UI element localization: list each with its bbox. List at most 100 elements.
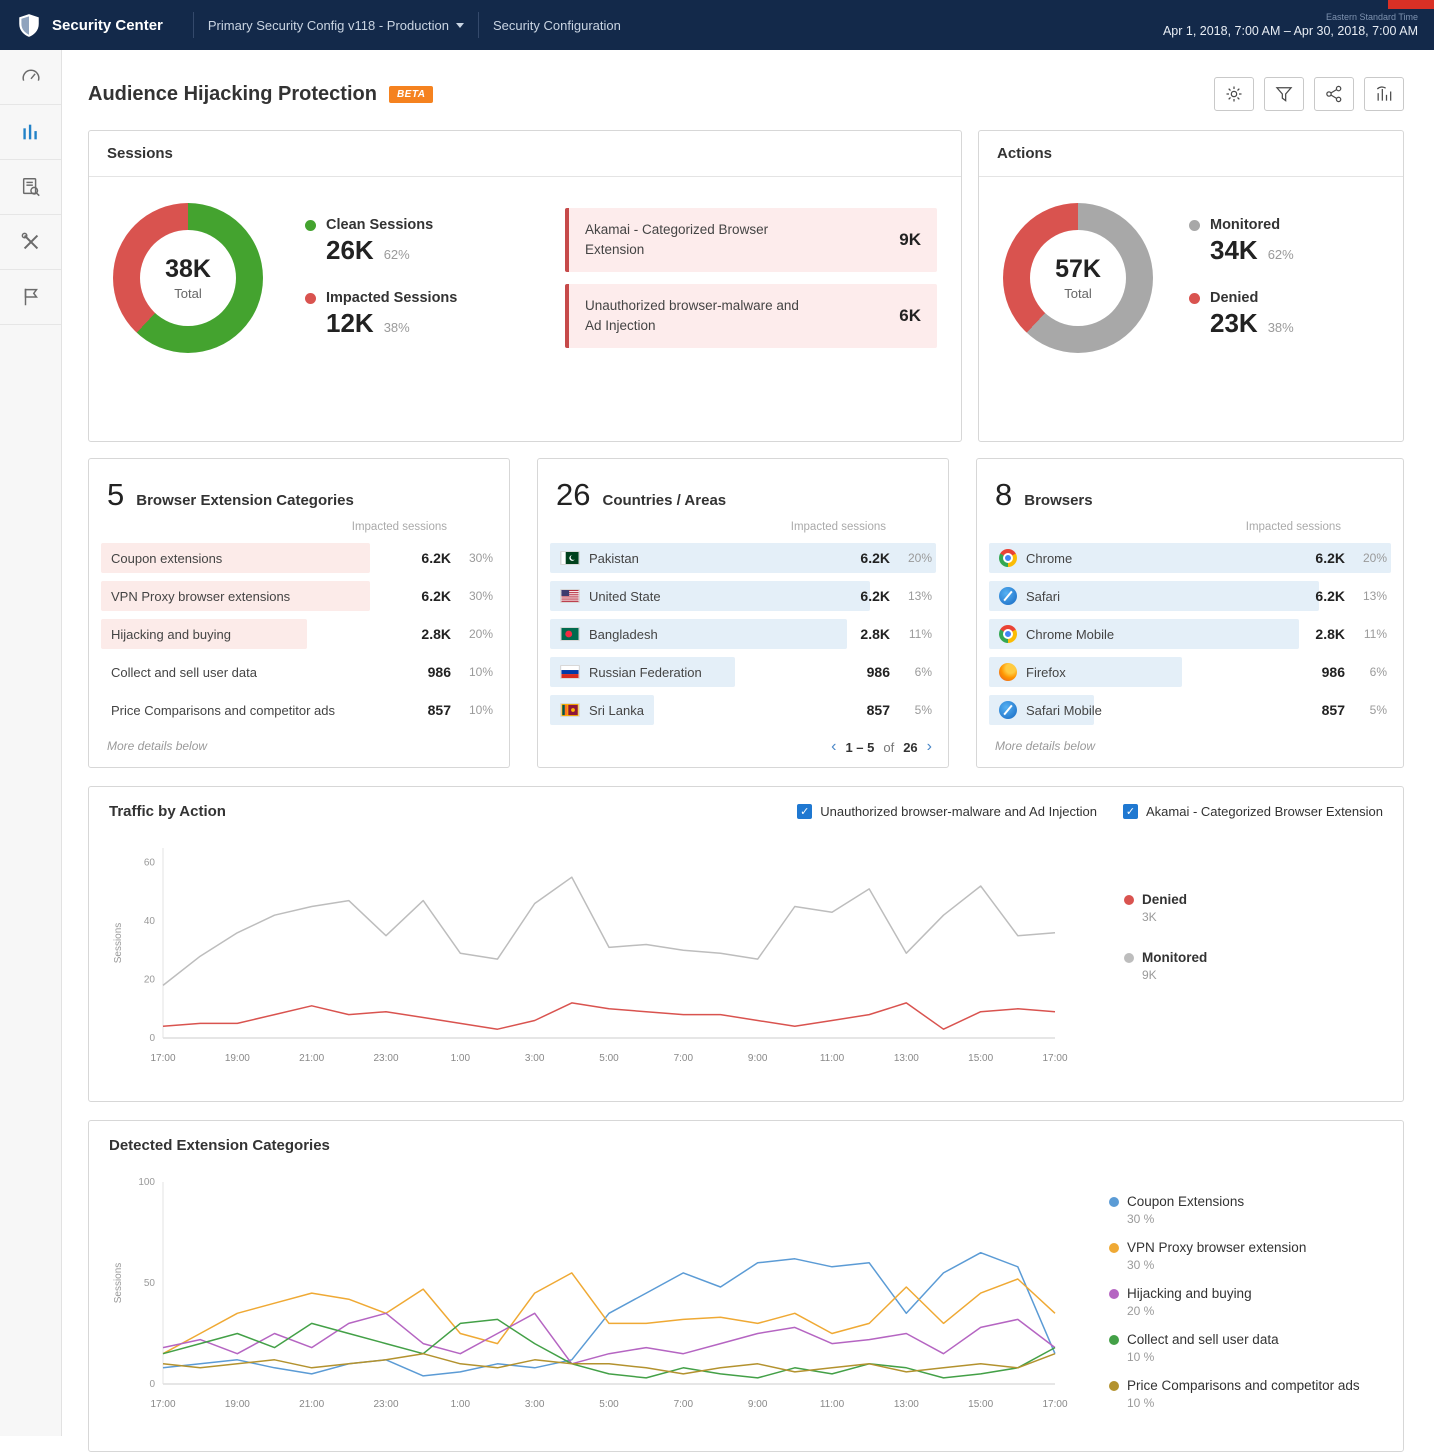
clean-sessions-dot <box>305 220 316 231</box>
actions-total-label: Total <box>1064 286 1091 301</box>
table-row[interactable]: Collect and sell user data 986 10% <box>101 653 497 691</box>
callout-label: Unauthorized browser-malware and Ad Inje… <box>585 296 815 335</box>
checkbox-checked-icon: ✓ <box>797 804 812 819</box>
firefox-icon <box>999 663 1017 681</box>
legend-pct: 38% <box>384 320 410 335</box>
table-row[interactable]: Price Comparisons and competitor ads 857… <box>101 691 497 729</box>
hijacking-series-legend[interactable]: Hijacking and buying 20 % <box>1109 1286 1360 1318</box>
pagination-next-button[interactable]: › <box>927 739 932 755</box>
table-row[interactable]: Chrome 6.2K 20% <box>989 539 1391 577</box>
legend-value: 30 % <box>1127 1258 1360 1272</box>
vpn-series-legend[interactable]: VPN Proxy browser extension 30 % <box>1109 1240 1360 1272</box>
svg-text:17:00: 17:00 <box>1042 1053 1067 1064</box>
nav-reports[interactable] <box>0 105 61 160</box>
legend-pct: 62% <box>384 247 410 262</box>
pagination-of-label: of <box>883 740 894 755</box>
legend-value: 34K <box>1210 235 1258 266</box>
svg-text:17:00: 17:00 <box>150 1399 175 1410</box>
checkbox-label: Unauthorized browser-malware and Ad Inje… <box>820 804 1097 819</box>
table-row[interactable]: Pakistan 6.2K 20% <box>550 539 936 577</box>
table-row[interactable]: United State 6.2K 13% <box>550 577 936 615</box>
nav-flags[interactable] <box>0 270 61 325</box>
impacted-sessions-dot <box>305 293 316 304</box>
coupon-series-legend[interactable]: Coupon Extensions 30 % <box>1109 1194 1360 1226</box>
share-button[interactable] <box>1314 77 1354 111</box>
svg-text:17:00: 17:00 <box>1042 1399 1067 1410</box>
card-count: 5 <box>107 477 124 513</box>
config-selector[interactable]: Primary Security Config v118 - Productio… <box>208 18 464 33</box>
svg-text:19:00: 19:00 <box>225 1053 250 1064</box>
settings-button[interactable] <box>1214 77 1254 111</box>
svg-text:23:00: 23:00 <box>373 1053 398 1064</box>
nav-dashboard[interactable] <box>0 50 61 105</box>
legend-label: Collect and sell user data <box>1127 1332 1279 1347</box>
row-pct: 6% <box>890 665 936 679</box>
callout-value: 9K <box>899 230 921 250</box>
vpn-dot <box>1109 1243 1119 1253</box>
row-pct: 20% <box>890 551 936 565</box>
column-header: Impacted sessions <box>977 517 1403 539</box>
checkbox-unauthorized-malware[interactable]: ✓ Unauthorized browser-malware and Ad In… <box>797 804 1097 819</box>
page-title: Audience Hijacking Protection <box>88 83 377 106</box>
table-row[interactable]: Russian Federation 986 6% <box>550 653 936 691</box>
row-pct: 13% <box>890 589 936 603</box>
nav-tools[interactable] <box>0 215 61 270</box>
row-value: 2.8K <box>393 626 451 642</box>
checkbox-akamai-categorized[interactable]: ✓ Akamai - Categorized Browser Extension <box>1123 804 1383 819</box>
svg-text:Sessions: Sessions <box>113 1263 124 1304</box>
row-label: Pakistan <box>550 551 832 566</box>
legend-value: 30 % <box>1127 1212 1360 1226</box>
column-header: Impacted sessions <box>538 517 948 539</box>
table-row[interactable]: Chrome Mobile 2.8K 11% <box>989 615 1391 653</box>
filter-button[interactable] <box>1264 77 1304 111</box>
table-row[interactable]: Safari Mobile 857 5% <box>989 691 1391 729</box>
corner-red-marker <box>1388 0 1434 9</box>
row-label: Safari <box>989 587 1287 605</box>
table-row[interactable]: Sri Lanka 857 5% <box>550 691 936 729</box>
report-view-button[interactable] <box>1364 77 1404 111</box>
collect-series-legend[interactable]: Collect and sell user data 10 % <box>1109 1332 1360 1364</box>
denied-series-legend[interactable]: Denied 3K <box>1124 892 1207 924</box>
card-title: Browser Extension Categories <box>136 492 354 509</box>
nav-analysis[interactable] <box>0 160 61 215</box>
svg-text:3:00: 3:00 <box>525 1399 545 1410</box>
callout-akamai-categorized: Akamai - Categorized Browser Extension 9… <box>565 208 937 272</box>
table-row[interactable]: Bangladesh 2.8K 11% <box>550 615 936 653</box>
svg-text:17:00: 17:00 <box>150 1053 175 1064</box>
svg-text:7:00: 7:00 <box>674 1053 694 1064</box>
security-configuration-link[interactable]: Security Configuration <box>493 18 621 33</box>
russia-flag-icon <box>560 665 580 679</box>
table-row[interactable]: Hijacking and buying 2.8K 20% <box>101 615 497 653</box>
monitored-series-legend[interactable]: Monitored 9K <box>1124 950 1207 982</box>
table-row[interactable]: VPN Proxy browser extensions 6.2K 30% <box>101 577 497 615</box>
row-value: 986 <box>832 664 890 680</box>
callout-unauthorized-malware: Unauthorized browser-malware and Ad Inje… <box>565 284 937 348</box>
date-range[interactable]: Apr 1, 2018, 7:00 AM – Apr 30, 2018, 7:0… <box>1163 24 1418 38</box>
more-details-note: More details below <box>107 739 207 753</box>
browsers-card: 8 Browsers Impacted sessions Chrome 6.2K… <box>976 458 1404 768</box>
callout-value: 6K <box>899 306 921 326</box>
svg-text:9:00: 9:00 <box>748 1053 768 1064</box>
row-label: Bangladesh <box>550 627 832 642</box>
tools-icon <box>20 231 42 253</box>
table-row[interactable]: Firefox 986 6% <box>989 653 1391 691</box>
share-icon <box>1324 84 1344 104</box>
row-value: 2.8K <box>832 626 890 642</box>
pakistan-flag-icon <box>560 551 580 565</box>
row-value: 2.8K <box>1287 626 1345 642</box>
table-row[interactable]: Safari 6.2K 13% <box>989 577 1391 615</box>
collect-dot <box>1109 1335 1119 1345</box>
row-value: 6.2K <box>393 588 451 604</box>
pagination-prev-button[interactable]: ‹ <box>831 739 836 755</box>
gear-icon <box>1224 84 1244 104</box>
countries-pagination: ‹ 1 – 5 of 26 › <box>831 739 932 755</box>
price-series-legend[interactable]: Price Comparisons and competitor ads 10 … <box>1109 1378 1360 1410</box>
row-label: Chrome Mobile <box>989 625 1287 643</box>
row-label: Russian Federation <box>550 665 832 680</box>
svg-text:9:00: 9:00 <box>748 1399 768 1410</box>
svg-text:Sessions: Sessions <box>113 923 124 964</box>
sessions-total-value: 38K <box>165 255 211 284</box>
table-row[interactable]: Coupon extensions 6.2K 30% <box>101 539 497 577</box>
svg-text:1:00: 1:00 <box>451 1053 471 1064</box>
svg-text:60: 60 <box>144 858 156 869</box>
